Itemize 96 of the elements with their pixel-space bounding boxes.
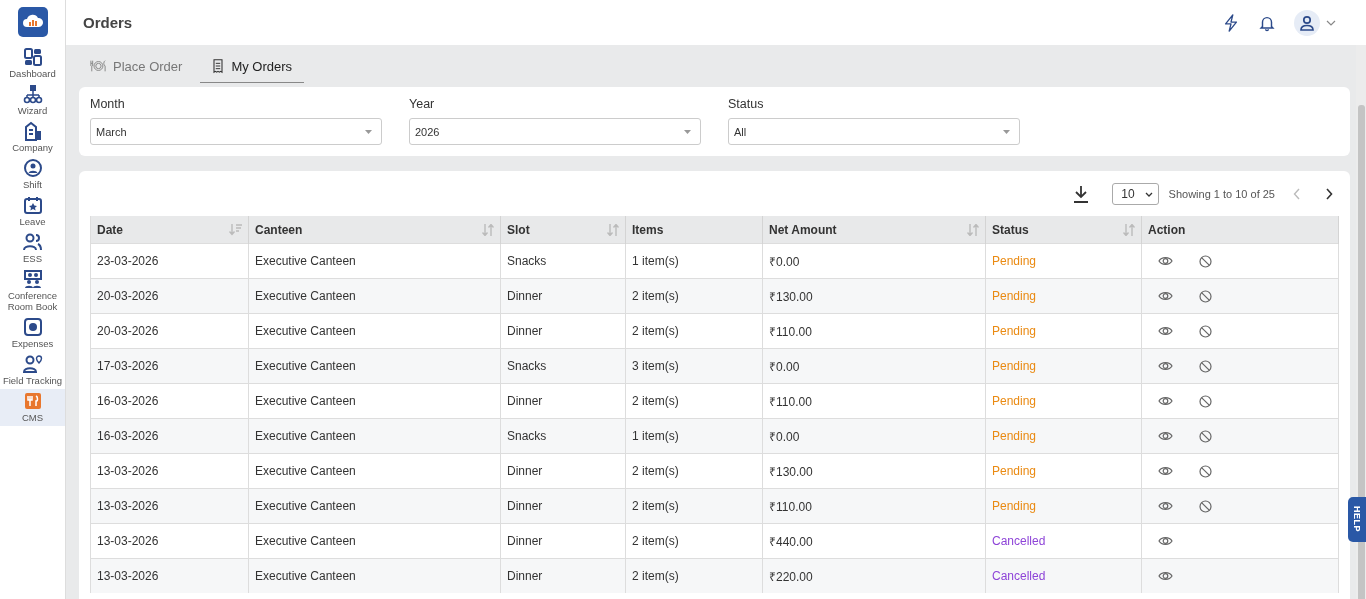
cancel-icon[interactable] <box>1199 464 1212 478</box>
table-cell: 2 item(s) <box>625 488 763 524</box>
table-cell: Dinner <box>500 278 626 314</box>
table-cell: 16-03-2026 <box>90 418 249 454</box>
view-icon[interactable] <box>1158 255 1173 267</box>
cancel-icon[interactable] <box>1199 254 1212 268</box>
table-cell: Snacks <box>500 418 626 454</box>
table-cell: Executive Canteen <box>248 488 501 524</box>
app-logo[interactable] <box>17 7 48 37</box>
pagination-summary: Showing 1 to 10 of 25 <box>1168 188 1275 200</box>
sidebar-item[interactable]: Shift <box>0 156 65 193</box>
status-cell: Pending <box>985 488 1142 524</box>
table-cell: 3 item(s) <box>625 348 763 384</box>
dropdown-field[interactable]: March <box>90 118 382 145</box>
table-cell: ₹130.00 <box>762 278 986 314</box>
view-icon[interactable] <box>1158 535 1173 547</box>
view-icon[interactable] <box>1158 290 1173 302</box>
sidebar-item[interactable]: CMS <box>0 389 65 426</box>
plate-cutlery-icon <box>88 58 108 74</box>
status-cell: Pending <box>985 348 1142 384</box>
calendar-icon <box>22 195 43 215</box>
table-cell: 13-03-2026 <box>90 558 249 593</box>
table-cell: 2 item(s) <box>625 278 763 314</box>
page-size-select[interactable]: 10 <box>1112 183 1159 205</box>
dropdown-arrow-icon <box>684 129 691 134</box>
table-cell: ₹110.00 <box>762 488 986 524</box>
column-header: Items <box>625 216 763 244</box>
status-cell: Pending <box>985 278 1142 314</box>
building-icon <box>22 121 43 141</box>
cancel-icon[interactable] <box>1199 324 1212 338</box>
user-avatar[interactable] <box>1294 9 1320 36</box>
cutlery-icon <box>22 391 43 411</box>
column-header: Action <box>1141 216 1339 244</box>
download-icon[interactable] <box>1072 185 1091 203</box>
people-icon <box>22 232 43 252</box>
table-cell: Dinner <box>500 488 626 524</box>
grid-icon <box>22 47 43 67</box>
table-cell: 2 item(s) <box>625 558 763 593</box>
cancel-icon[interactable] <box>1199 289 1212 303</box>
help-tab[interactable]: HELP <box>1348 497 1366 542</box>
column-header[interactable]: Status <box>985 216 1142 244</box>
table-cell: 1 item(s) <box>625 418 763 454</box>
sidebar-item[interactable]: Field Tracking <box>0 352 65 389</box>
column-header[interactable]: Canteen <box>248 216 501 244</box>
view-icon[interactable] <box>1158 500 1173 512</box>
dropdown-arrow-icon <box>1003 129 1010 134</box>
table-cell: 17-03-2026 <box>90 348 249 384</box>
dropdown-field[interactable]: All <box>728 118 1020 145</box>
sidebar-item[interactable]: Expenses <box>0 315 65 352</box>
cancel-icon[interactable] <box>1199 359 1212 373</box>
lightning-icon[interactable] <box>1222 13 1240 32</box>
sidebar-item[interactable]: Dashboard <box>0 45 65 82</box>
sidebar-item[interactable]: Conference Room Book <box>0 267 65 315</box>
dropdown-field[interactable]: 2026 <box>409 118 701 145</box>
field-label: Year <box>409 97 436 111</box>
table-cell: Executive Canteen <box>248 348 501 384</box>
table-cell: 13-03-2026 <box>90 488 249 524</box>
person-pin-icon <box>22 354 43 374</box>
table-cell: Executive Canteen <box>248 558 501 593</box>
view-icon[interactable] <box>1158 325 1173 337</box>
table-cell: ₹0.00 <box>762 348 986 384</box>
chevron-down-icon <box>1144 191 1153 197</box>
tab[interactable]: Place Order <box>88 54 183 83</box>
table-cell: ₹0.00 <box>762 418 986 454</box>
table-cell: Snacks <box>500 348 626 384</box>
chevron-right-icon[interactable] <box>1325 188 1333 200</box>
column-header[interactable]: Slot <box>500 216 626 244</box>
sidebar-item[interactable]: ESS <box>0 230 65 267</box>
view-icon[interactable] <box>1158 465 1173 477</box>
hierarchy-icon <box>22 84 43 104</box>
dropdown-arrow-icon <box>365 129 372 134</box>
meeting-icon <box>22 269 43 289</box>
view-icon[interactable] <box>1158 395 1173 407</box>
cancel-icon[interactable] <box>1199 429 1212 443</box>
table-cell: Executive Canteen <box>248 418 501 454</box>
table-cell: 20-03-2026 <box>90 278 249 314</box>
view-icon[interactable] <box>1158 570 1173 582</box>
field-label: Month <box>90 97 126 111</box>
page-title: Orders <box>83 14 134 31</box>
column-header[interactable]: Date <box>90 216 249 244</box>
view-icon[interactable] <box>1158 430 1173 442</box>
sidebar-item[interactable]: Leave <box>0 193 65 230</box>
tab[interactable]: My Orders <box>200 54 305 83</box>
sidebar-item[interactable]: Company <box>0 119 65 156</box>
field-label: Status <box>728 97 765 111</box>
status-cell: Cancelled <box>985 558 1142 593</box>
view-icon[interactable] <box>1158 360 1173 372</box>
chevron-down-icon[interactable] <box>1326 19 1336 26</box>
cancel-icon[interactable] <box>1199 499 1212 513</box>
table-cell: ₹220.00 <box>762 558 986 593</box>
table-cell: Executive Canteen <box>248 278 501 314</box>
sidebar-item[interactable]: Wizard <box>0 82 65 119</box>
status-cell: Pending <box>985 418 1142 454</box>
table-cell: Dinner <box>500 558 626 593</box>
column-header[interactable]: Net Amount <box>762 216 986 244</box>
cancel-icon[interactable] <box>1199 394 1212 408</box>
